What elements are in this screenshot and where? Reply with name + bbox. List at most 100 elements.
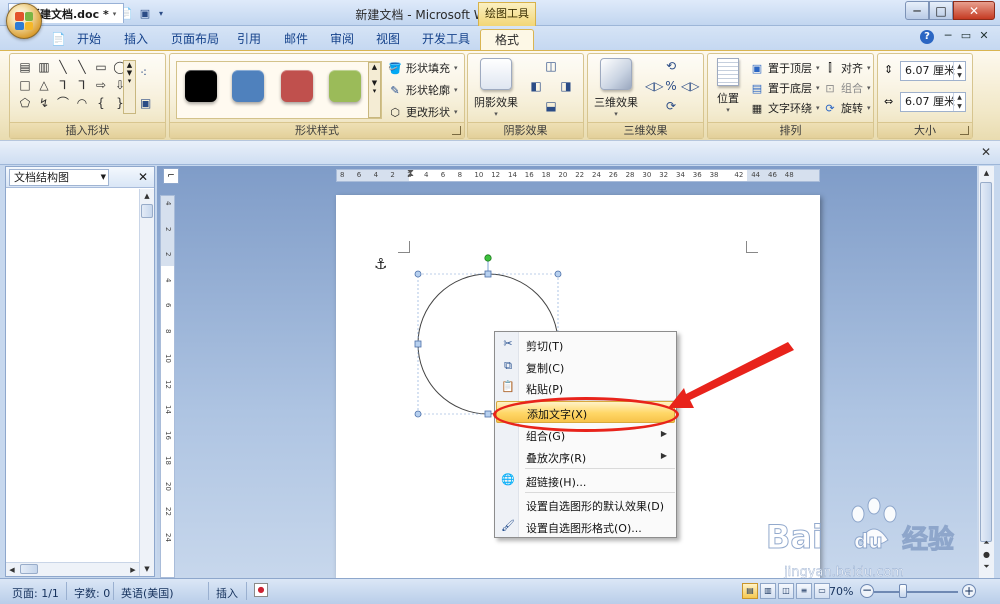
shape-curve-icon[interactable]: ⌒ (54, 95, 72, 112)
status-words[interactable]: 字数: 0 (74, 585, 110, 601)
text-wrap-button[interactable]: ▦ 文字环绕 ▾ (750, 99, 820, 117)
menu-item-cut[interactable]: ✂ 剪切(T) (496, 334, 675, 355)
menu-item-set-default[interactable]: 设置自选图形的默认效果(D) (496, 494, 675, 515)
shape-brace-left-icon[interactable]: { (92, 95, 110, 112)
tilt-left-icon[interactable]: ◁▷ (645, 78, 663, 94)
print-layout-view-icon[interactable]: ▤ (742, 583, 758, 599)
document-close-icon[interactable]: ✕ (978, 145, 994, 161)
width-spinner[interactable]: ▲ ▼ (953, 93, 965, 111)
menu-item-format-shape[interactable]: 🖌 设置自选图形格式(O)... (496, 516, 675, 537)
shape-line2-icon[interactable]: ╲ (73, 59, 91, 76)
zoom-slider-track[interactable] (874, 591, 958, 593)
rotate-button[interactable]: ⟳ 旋转 ▾ (823, 99, 870, 117)
tab-selector-icon[interactable]: ⌐ (163, 168, 179, 184)
close-button[interactable]: ✕ (953, 1, 995, 20)
horizontal-ruler[interactable]: 8 6 4 2 2 4 6 8 10 12 14 16 18 20 22 24 26 28 30 32 34 36 38 42… (336, 169, 820, 182)
nudge-shadow-right-icon[interactable]: ◨ (558, 78, 574, 94)
change-shape-button[interactable]: ⬡ 更改形状 ▾ (388, 103, 457, 121)
tab-review[interactable]: 审阅 (319, 29, 365, 50)
style-swatch-black[interactable] (185, 70, 217, 102)
dialog-launcher-icon[interactable] (452, 126, 461, 135)
help-icon[interactable]: ? (920, 30, 934, 44)
print-preview-icon[interactable]: ▣ (137, 5, 153, 21)
zoom-level[interactable]: 70% (829, 585, 853, 598)
scroll-up-icon[interactable]: ▲ (979, 166, 994, 180)
height-spinner[interactable]: ▲ ▼ (953, 62, 965, 80)
status-insert-mode[interactable]: 插入 (216, 585, 238, 601)
scroll-right-icon[interactable]: ▶ (127, 563, 139, 577)
shape-scribble-icon[interactable]: ↯ (35, 95, 53, 112)
status-language[interactable]: 英语(美国) (121, 585, 174, 601)
shape-rect-icon[interactable]: ▭ (92, 59, 110, 76)
shape-freeform-icon[interactable]: ⬠ (16, 95, 34, 112)
style-swatch-green[interactable] (329, 70, 361, 102)
bring-to-front-button[interactable]: ▣ 置于顶层 ▾ (750, 59, 820, 77)
tilt-right-icon[interactable]: ◁▷ (681, 78, 699, 94)
shape-style-gallery[interactable]: ▲ ▼ ▾ (176, 61, 382, 119)
shape-square-icon[interactable]: □ (16, 77, 34, 94)
ribbon-minimize-icon[interactable]: ─ (940, 29, 956, 45)
maximize-button[interactable]: □ (929, 1, 953, 20)
send-to-back-button[interactable]: ▤ 置于底层 ▾ (750, 79, 820, 97)
scroll-up-icon[interactable]: ▲ (140, 189, 154, 203)
vertical-ruler[interactable]: 4 2 2 4 6 8 10 12 14 16 18 20 22 24 (160, 195, 175, 578)
tab-mailings[interactable]: 邮件 (273, 29, 319, 50)
3d-toggle-icon[interactable]: % (663, 78, 679, 94)
document-map-close-icon[interactable]: ✕ (138, 170, 148, 184)
style-swatch-blue[interactable] (232, 70, 264, 102)
shape-elbow-icon[interactable]: ⅂ (54, 77, 72, 94)
style-gallery-scroll[interactable]: ▲ ▼ ▾ (368, 62, 381, 118)
ribbon-restore-icon[interactable]: ▭ (958, 29, 974, 45)
shape-arrow-right-icon[interactable]: ⇨ (92, 77, 110, 94)
shapes-gallery-scroll[interactable]: ▲ ▼ ▾ (123, 60, 136, 114)
tab-view[interactable]: 视图 (365, 29, 411, 50)
position-button[interactable]: 位置 ▾ (710, 58, 746, 114)
nudge-shadow-down-icon[interactable]: ⬓ (543, 98, 559, 114)
shadow-effects-button[interactable]: 阴影效果 ▾ (470, 58, 522, 118)
office-button[interactable] (6, 3, 42, 39)
tab-references[interactable]: 引用 (226, 29, 272, 50)
tab-page-layout[interactable]: 页面布局 (160, 29, 230, 50)
macro-record-icon[interactable]: ● (254, 583, 268, 597)
ribbon-close-icon[interactable]: ✕ (976, 29, 992, 45)
shape-fill-button[interactable]: 🪣 形状填充 ▾ (388, 59, 457, 77)
zoom-slider-thumb[interactable] (899, 584, 908, 598)
shape-line-icon[interactable]: ╲ (54, 59, 72, 76)
tab-developer[interactable]: 开发工具 (411, 29, 481, 50)
shape-textbox-icon[interactable]: ▤ (16, 59, 34, 76)
tilt-up-icon[interactable]: ⟲ (663, 58, 679, 74)
customize-qat-icon[interactable]: ▾ (156, 5, 166, 21)
document-map-scrollbar[interactable]: ▲ ▼ (139, 189, 154, 576)
draw-textbox-icon[interactable]: ▣ (140, 96, 151, 110)
menu-item-paste[interactable]: 📋 粘贴(P) (496, 377, 675, 398)
tab-format[interactable]: 格式 (480, 29, 535, 50)
document-scroll-thumb[interactable] (980, 182, 992, 542)
shape-height-input[interactable]: 6.07 厘米 ▲ ▼ (900, 61, 966, 81)
zoom-in-icon[interactable]: + (962, 584, 976, 598)
3d-effects-button[interactable]: 三维效果 ▾ (590, 58, 642, 118)
tab-insert[interactable]: 插入 (113, 29, 159, 50)
scroll-thumb[interactable] (141, 204, 153, 218)
menu-item-copy[interactable]: ⧉ 复制(C) (496, 356, 675, 377)
shape-arc-icon[interactable]: ◠ (73, 95, 91, 112)
shadow-toggle-icon[interactable]: ◫ (543, 58, 559, 74)
shape-triangle-icon[interactable]: △ (35, 77, 53, 94)
menu-item-order[interactable]: 叠放次序(R) ▶ (496, 446, 675, 467)
style-swatch-red[interactable] (281, 70, 313, 102)
size-dialog-launcher-icon[interactable] (960, 126, 969, 135)
scroll-down-icon[interactable]: ▼ (140, 562, 154, 576)
document-map-hscrollbar[interactable]: ◀ ▶ (6, 562, 139, 576)
document-map-select[interactable]: 文档结构图 ▼ (9, 169, 109, 186)
shape-elbow2-icon[interactable]: ⅂ (73, 77, 91, 94)
zoom-out-icon[interactable]: − (860, 584, 874, 598)
align-button[interactable]: ⫿ 对齐 ▾ (823, 59, 870, 77)
web-layout-icon[interactable]: ◫ (778, 583, 794, 599)
edit-points-icon[interactable]: ⁖ (140, 66, 147, 80)
minimize-button[interactable]: ─ (905, 1, 929, 20)
hscroll-thumb[interactable] (20, 564, 38, 574)
scroll-left-icon[interactable]: ◀ (6, 563, 18, 577)
shapes-gallery[interactable]: ▤ ▥ ╲ ╲ ▭ ◯ □ △ ⅂ ⅂ ⇨ ⇩ ⬠ ↯ ⌒ ◠ { } (16, 59, 126, 112)
shape-width-input[interactable]: 6.07 厘米 ▲ ▼ (900, 92, 966, 112)
indent-marker-icon[interactable]: ⧗ (407, 170, 414, 179)
status-page[interactable]: 页面: 1/1 (12, 585, 59, 601)
